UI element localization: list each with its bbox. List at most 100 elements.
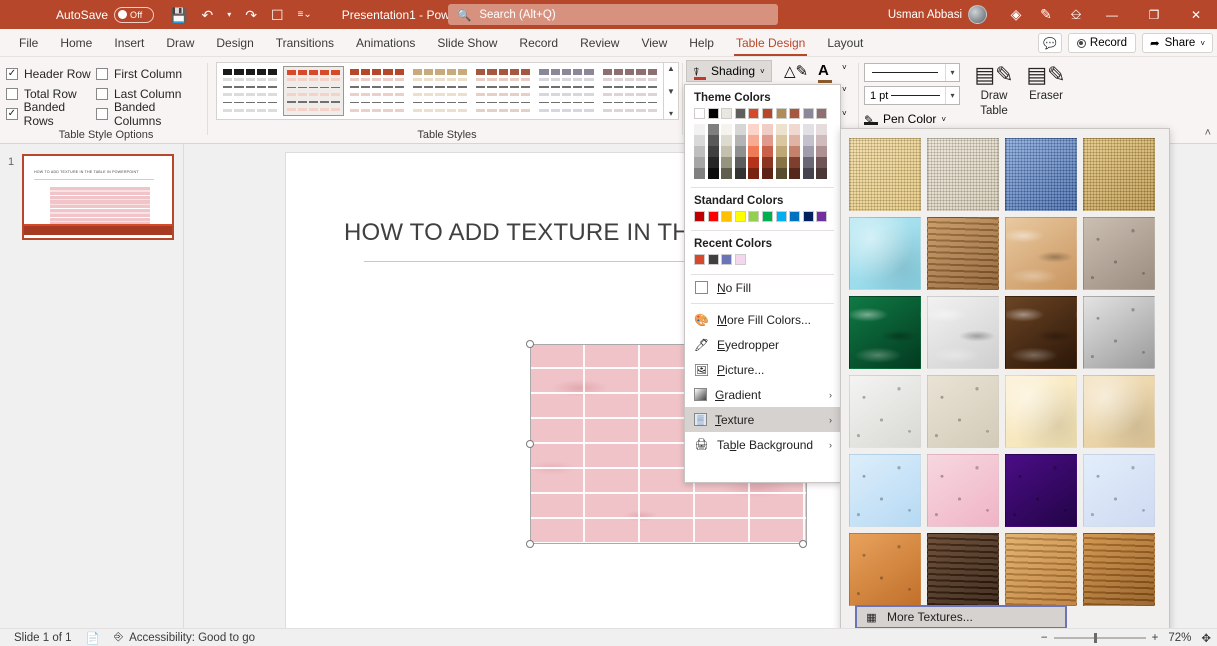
theme-shade-0-1[interactable]: [694, 135, 705, 146]
texture-cell-cork[interactable]: [849, 530, 927, 609]
theme-color-1[interactable]: [707, 108, 719, 119]
table-style-style-accent-5[interactable]: [536, 66, 597, 116]
theme-shade-6-3[interactable]: [775, 157, 787, 168]
wordart-quick-styles-icon[interactable]: △✎: [784, 62, 808, 80]
pen-weight-caret-icon[interactable]: ▾: [945, 87, 959, 104]
theme-colors-shade-grid[interactable]: [685, 124, 840, 179]
theme-shade-7-1[interactable]: [789, 135, 801, 146]
texture-cell-green-marble[interactable]: [849, 293, 927, 372]
user-name[interactable]: Usman Abbasi: [888, 9, 962, 21]
theme-shade-6-4[interactable]: [775, 168, 787, 179]
theme-shade-7-4[interactable]: [789, 168, 801, 179]
table-style-style-accent-1[interactable]: [283, 66, 344, 116]
theme-shade-6-1[interactable]: [775, 135, 787, 146]
theme-shade-0-3[interactable]: [694, 157, 705, 168]
standard-color-9[interactable]: [816, 211, 828, 222]
pen-weight-dropdown[interactable]: 1 pt ▾: [864, 86, 960, 105]
tab-record[interactable]: Record: [508, 29, 569, 57]
pen-style-dropdown[interactable]: ▾: [864, 63, 960, 82]
theme-shade-9-2[interactable]: [816, 146, 828, 157]
texture-cell-fish-fossil[interactable]: [1005, 214, 1083, 293]
recent-color-0[interactable]: [694, 254, 705, 265]
customize-toolbar-icon[interactable]: ≡⌄: [298, 9, 312, 20]
texture-cell-bouquet[interactable]: [1083, 451, 1161, 530]
tab-layout[interactable]: Layout: [816, 29, 874, 57]
texture-cell-recycled-paper[interactable]: [927, 372, 1005, 451]
restore-button[interactable]: ❐: [1133, 0, 1175, 29]
slide-title-text[interactable]: HOW TO ADD TEXTURE IN TH: [344, 219, 690, 247]
theme-shade-7-2[interactable]: [789, 146, 801, 157]
texture-cell-sand[interactable]: [1083, 214, 1161, 293]
texture-cell-canvas[interactable]: [927, 135, 1005, 214]
theme-shade-4-2[interactable]: [748, 146, 760, 157]
menu-item-picture[interactable]: 🖼 Picture...: [685, 357, 840, 382]
tab-transitions[interactable]: Transitions: [265, 29, 345, 57]
theme-colors-base-row[interactable]: [685, 108, 840, 119]
accessibility-status[interactable]: ⎆ Accessibility: Good to go: [114, 631, 255, 644]
theme-color-9[interactable]: [816, 108, 828, 119]
save-icon[interactable]: 💾: [170, 8, 187, 22]
theme-shade-3-4[interactable]: [734, 168, 746, 179]
ribbon-display-options-icon[interactable]: ⎒: [1061, 6, 1091, 23]
theme-shade-1-3[interactable]: [707, 157, 719, 168]
theme-shade-9-1[interactable]: [816, 135, 828, 146]
theme-color-0[interactable]: [694, 108, 705, 119]
checkbox-banded-columns[interactable]: Banded Columns: [95, 100, 206, 128]
tab-file[interactable]: File: [8, 29, 49, 57]
theme-shade-4-3[interactable]: [748, 157, 760, 168]
texture-cell-newsprint[interactable]: [849, 372, 927, 451]
theme-shade-7-3[interactable]: [789, 157, 801, 168]
table-style-style-accent-4[interactable]: [473, 66, 534, 116]
texture-cell-oak[interactable]: [1005, 530, 1083, 609]
draw-table-button[interactable]: ▤✎ Draw Table: [968, 62, 1020, 118]
zoom-in-icon[interactable]: +: [1152, 632, 1159, 644]
menu-item-more-fill-colors[interactable]: 🎨 More Fill Colors...: [685, 307, 840, 332]
scroll-up-icon[interactable]: ▲: [667, 64, 675, 73]
scroll-more-icon[interactable]: ▾: [669, 109, 673, 118]
close-button[interactable]: ✕: [1175, 0, 1217, 29]
recent-color-3[interactable]: [734, 254, 746, 265]
theme-shade-5-3[interactable]: [761, 157, 773, 168]
theme-shade-9-3[interactable]: [816, 157, 828, 168]
pen-ink-icon[interactable]: ✎: [1031, 6, 1061, 23]
theme-color-8[interactable]: [802, 108, 814, 119]
standard-color-8[interactable]: [802, 211, 814, 222]
tab-animations[interactable]: Animations: [345, 29, 426, 57]
theme-shade-3-2[interactable]: [734, 146, 746, 157]
theme-shade-9-4[interactable]: [816, 168, 828, 179]
checkbox-banded-rows[interactable]: ✓ Banded Rows: [6, 100, 96, 128]
checkbox-header-row[interactable]: ✓ Header Row: [6, 67, 96, 81]
slide-thumbnail-1[interactable]: HOW TO ADD TEXTURE IN THE TABLE IN POWER…: [22, 154, 174, 240]
texture-cell-medium-wood[interactable]: [1083, 530, 1161, 609]
menu-item-texture[interactable]: ▒ Texture ›: [685, 407, 840, 432]
texture-cell-pink-tissue-paper[interactable]: [927, 451, 1005, 530]
texture-cell-brown-marble[interactable]: [1005, 293, 1083, 372]
theme-shade-3-1[interactable]: [734, 135, 746, 146]
zoom-out-icon[interactable]: −: [1041, 632, 1048, 644]
resize-handle-bottom-left[interactable]: [526, 540, 534, 548]
texture-cell-papyrus[interactable]: [849, 135, 927, 214]
collapse-ribbon-button[interactable]: ˄: [1205, 127, 1211, 139]
tab-table-design[interactable]: Table Design: [725, 29, 816, 57]
theme-shade-4-1[interactable]: [748, 135, 760, 146]
recent-colors-row[interactable]: [685, 254, 840, 265]
start-presentation-icon[interactable]: ☐: [271, 8, 284, 22]
zoom-level[interactable]: 72%: [1168, 632, 1191, 644]
theme-shade-8-0[interactable]: [802, 124, 814, 135]
tab-review[interactable]: Review: [569, 29, 630, 57]
texture-cell-granite[interactable]: [1083, 293, 1161, 372]
theme-color-3[interactable]: [734, 108, 746, 119]
avatar[interactable]: [968, 5, 987, 24]
theme-shade-3-3[interactable]: [734, 157, 746, 168]
autosave-control[interactable]: AutoSave Off: [56, 6, 155, 23]
menu-item-no-fill[interactable]: No Fill: [685, 275, 840, 300]
theme-color-6[interactable]: [775, 108, 787, 119]
resize-handle-top-left[interactable]: [526, 340, 534, 348]
theme-shade-8-1[interactable]: [802, 135, 814, 146]
texture-grid[interactable]: [849, 135, 1171, 609]
texture-cell-walnut[interactable]: [927, 530, 1005, 609]
pen-color-button[interactable]: ✎ Pen Color ˅: [864, 109, 946, 129]
theme-color-5[interactable]: [761, 108, 773, 119]
texture-cell-water-droplets[interactable]: [849, 214, 927, 293]
tab-insert[interactable]: Insert: [103, 29, 155, 57]
